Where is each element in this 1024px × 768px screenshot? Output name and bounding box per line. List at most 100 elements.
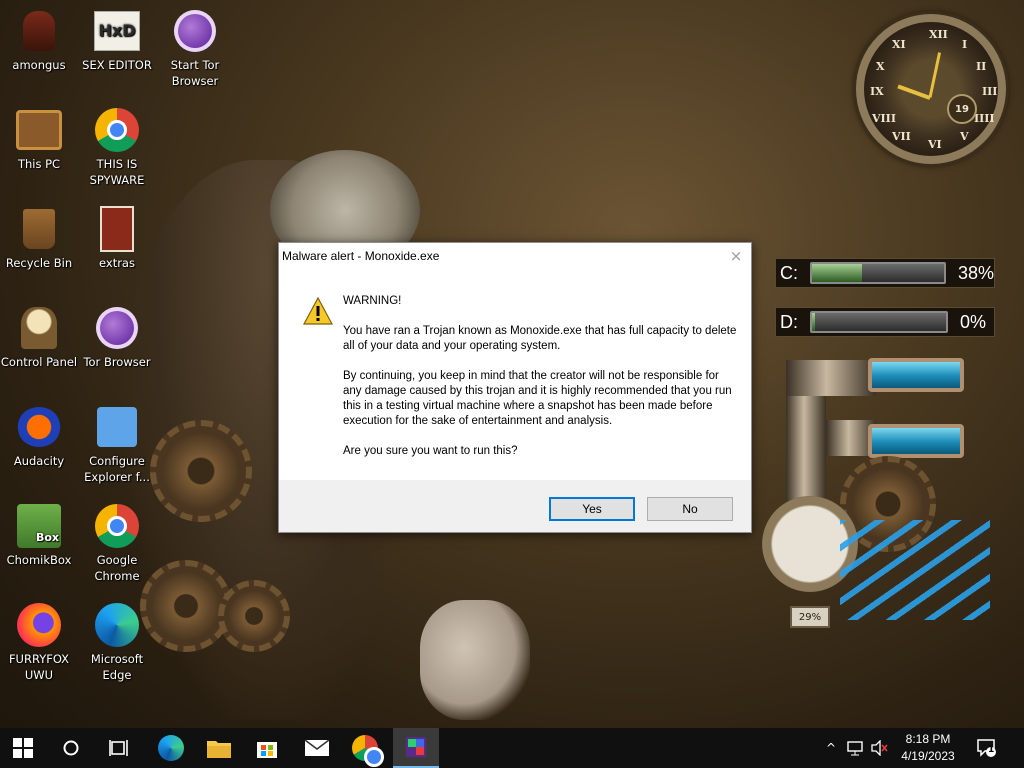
taskbar-monoxide[interactable] xyxy=(393,728,439,768)
desktop-icon-this-pc[interactable]: This PC xyxy=(0,107,78,172)
network-icon[interactable] xyxy=(846,728,866,768)
task-view-icon xyxy=(109,740,128,756)
desktop-icon-audacity[interactable]: Audacity xyxy=(0,404,78,469)
audacity-icon xyxy=(17,407,61,447)
desktop-icon-label: Google Chrome xyxy=(94,553,140,583)
document-icon xyxy=(100,206,134,252)
taskbar-date: 4/19/2023 xyxy=(901,749,955,763)
taskbar-clock[interactable]: 8:18 PM 4/19/2023 xyxy=(890,731,966,765)
clock-numeral: V xyxy=(960,130,969,143)
desktop-icon-google-chrome[interactable]: Google Chrome xyxy=(78,503,156,584)
desktop-icon-furryfox[interactable]: FURRYFOX UWU xyxy=(0,602,78,683)
hxd-icon: HxD xyxy=(94,11,140,51)
desktop-icon-recycle-bin[interactable]: Recycle Bin xyxy=(0,206,78,271)
dialog-warning-heading: WARNING! xyxy=(343,295,402,307)
notification-icon xyxy=(977,739,996,757)
volume-muted-icon[interactable] xyxy=(870,728,890,768)
task-view-button[interactable] xyxy=(96,728,142,768)
mail-icon xyxy=(304,739,330,756)
clock-numeral: XII xyxy=(929,28,948,41)
tor-browser-icon xyxy=(96,307,138,349)
drive-gauge-c: C: 38% xyxy=(775,258,995,288)
drive-usage-percent: 38% xyxy=(957,262,994,283)
desktop-icon-start-tor-browser[interactable]: Start Tor Browser xyxy=(156,8,234,89)
notification-count: 1 xyxy=(988,745,995,755)
clock-numeral: IX xyxy=(870,85,884,98)
desktop-icon-microsoft-edge[interactable]: Microsoft Edge xyxy=(78,602,156,683)
taskbar-edge[interactable] xyxy=(148,728,194,768)
warning-icon xyxy=(303,297,333,325)
ram-tube-gauge xyxy=(868,424,964,458)
desktop-icon-label: THIS IS SPYWARE xyxy=(89,157,145,187)
clock-date-dial: 19 xyxy=(947,94,977,124)
desktop-icon-label: Audacity xyxy=(13,454,65,468)
folder-icon xyxy=(207,741,231,758)
desktop-icon-label: extras xyxy=(99,256,135,270)
drive-usage-percent: 0% xyxy=(960,311,987,332)
drive-usage-bar xyxy=(809,262,946,284)
desktop-icon-label: Tor Browser xyxy=(83,355,151,369)
drive-letter: D: xyxy=(780,311,798,332)
tor-browser-icon xyxy=(174,10,216,52)
search-circle-icon xyxy=(63,740,79,756)
edge-icon xyxy=(158,735,184,761)
taskbar: ^ 8:18 PM 4/19/2023 1 xyxy=(0,728,1024,768)
desktop-icon-label: ChomikBox xyxy=(6,553,72,567)
amongus-icon xyxy=(23,11,55,51)
taskbar-time: 8:18 PM xyxy=(905,732,951,746)
notification-center-button[interactable]: 1 xyxy=(974,728,1000,768)
clock-hour-hand xyxy=(897,84,931,100)
clock-numeral: VIII xyxy=(872,112,896,125)
control-panel-icon xyxy=(21,307,57,349)
desktop-icon-amongus[interactable]: amongus xyxy=(0,8,78,73)
close-icon[interactable]: × xyxy=(721,243,751,269)
chrome-icon xyxy=(95,108,139,152)
desktop-icon-label: amongus xyxy=(12,58,66,72)
taskbar-mail[interactable] xyxy=(294,728,340,768)
clock-numeral: III xyxy=(982,85,998,98)
desktop-icon-extras[interactable]: extras xyxy=(78,206,156,271)
cpu-tube-gauge xyxy=(868,358,964,392)
clock-minute-hand xyxy=(928,52,942,98)
tray-overflow-chevron[interactable]: ^ xyxy=(822,728,840,768)
chrome-icon xyxy=(95,504,139,548)
chrome-icon xyxy=(352,735,384,767)
clock-numeral: XI xyxy=(892,38,906,51)
desktop-icon-sex-editor[interactable]: HxD SEX EDITOR xyxy=(78,8,156,73)
dialog-message: WARNING! You have ran a Trojan known as … xyxy=(343,294,739,474)
drive-gauge-d: D: 0% xyxy=(775,307,995,337)
clock-numeral: X xyxy=(876,60,885,73)
desktop-icon-control-panel[interactable]: Control Panel xyxy=(0,305,78,370)
start-button[interactable] xyxy=(0,728,46,768)
chomikbox-icon: Box xyxy=(17,504,61,548)
desktop-icon-label: Microsoft Edge xyxy=(90,652,144,682)
taskbar-store[interactable] xyxy=(244,728,290,768)
computer-icon xyxy=(16,110,62,150)
no-button[interactable]: No xyxy=(647,497,733,521)
desktop-icon-label: Start Tor Browser xyxy=(170,58,220,88)
yes-button[interactable]: Yes xyxy=(549,497,635,521)
drive-usage-bar xyxy=(810,311,948,333)
edge-icon xyxy=(95,603,139,647)
search-button[interactable] xyxy=(48,728,94,768)
drive-letter: C: xyxy=(780,262,798,283)
desktop-icon-label: Configure Explorer f... xyxy=(84,454,150,484)
desktop-icon-chomikbox[interactable]: Box ChomikBox xyxy=(0,503,78,568)
desktop-icon-this-is-spyware[interactable]: THIS IS SPYWARE xyxy=(78,107,156,188)
dialog-content: WARNING! You have ran a Trojan known as … xyxy=(279,269,751,481)
wallpaper-gear xyxy=(218,580,290,652)
desktop-icon-tor-browser[interactable]: Tor Browser xyxy=(78,305,156,370)
wallpaper-hand xyxy=(420,600,530,720)
taskbar-chrome[interactable] xyxy=(342,728,388,768)
dialog-title: Malware alert - Monoxide.exe xyxy=(282,249,440,263)
clock-numeral: VII xyxy=(892,130,911,143)
dialog-paragraph: You have ran a Trojan known as Monoxide.… xyxy=(343,325,737,352)
desktop-icon-label: This PC xyxy=(17,157,61,171)
clock-numeral: VI xyxy=(928,138,942,151)
taskbar-file-explorer[interactable] xyxy=(196,728,242,768)
malware-alert-dialog: Malware alert - Monoxide.exe × WARNING! … xyxy=(278,242,752,533)
steampunk-clock-widget: XII I II III IIII V VI VII VIII IX X XI … xyxy=(856,14,1006,164)
desktop-icon-configure-explorer[interactable]: Configure Explorer f... xyxy=(78,404,156,485)
shield-icon xyxy=(97,407,137,447)
recycle-bin-icon xyxy=(23,209,55,249)
